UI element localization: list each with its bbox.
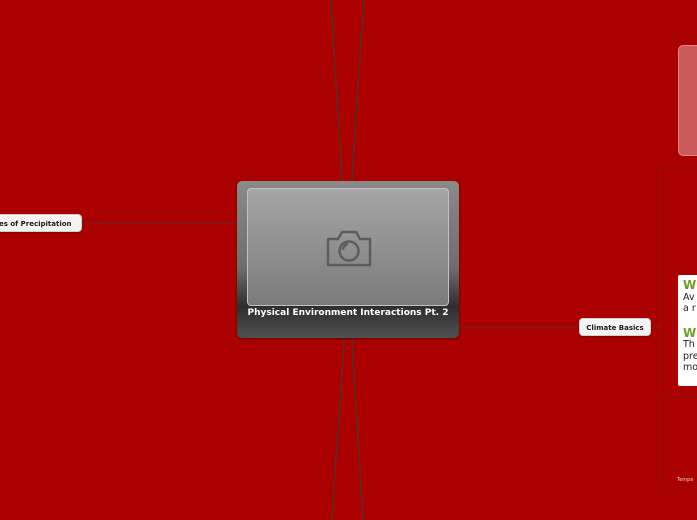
- note-text-1b: a r: [683, 303, 696, 314]
- note-heading-2: W: [683, 325, 697, 340]
- topic-climate-basics[interactable]: Climate Basics: [579, 318, 651, 336]
- central-topic-image: [247, 188, 449, 306]
- topic-types-of-precipitation[interactable]: es of Precipitation: [0, 214, 82, 232]
- central-topic[interactable]: Physical Environment Interactions Pt. 2: [237, 181, 459, 338]
- note-text-2c: mo: [683, 362, 697, 373]
- connector-bottom-right: [351, 337, 364, 520]
- mind-map-canvas: Physical Environment Interactions Pt. 2 …: [0, 0, 697, 520]
- central-topic-title: Physical Environment Interactions Pt. 2: [247, 308, 449, 318]
- connector-bottom-left: [331, 337, 345, 520]
- note-text-2a: Th: [683, 339, 695, 350]
- note-text-1a: Av: [683, 291, 695, 303]
- climate-note-card[interactable]: W Av a r W Th pre mo: [678, 275, 697, 386]
- collapsed-note-panel: [678, 45, 697, 156]
- connector-top-left: [330, 0, 343, 182]
- subtopic-divider: [660, 396, 697, 397]
- note-text-2b: pre: [683, 350, 697, 362]
- connector-top-right: [351, 0, 365, 182]
- subtopic-label-temperature: Tempe: [677, 477, 694, 483]
- note-heading-1: W: [683, 278, 697, 292]
- camera-icon: [326, 230, 372, 267]
